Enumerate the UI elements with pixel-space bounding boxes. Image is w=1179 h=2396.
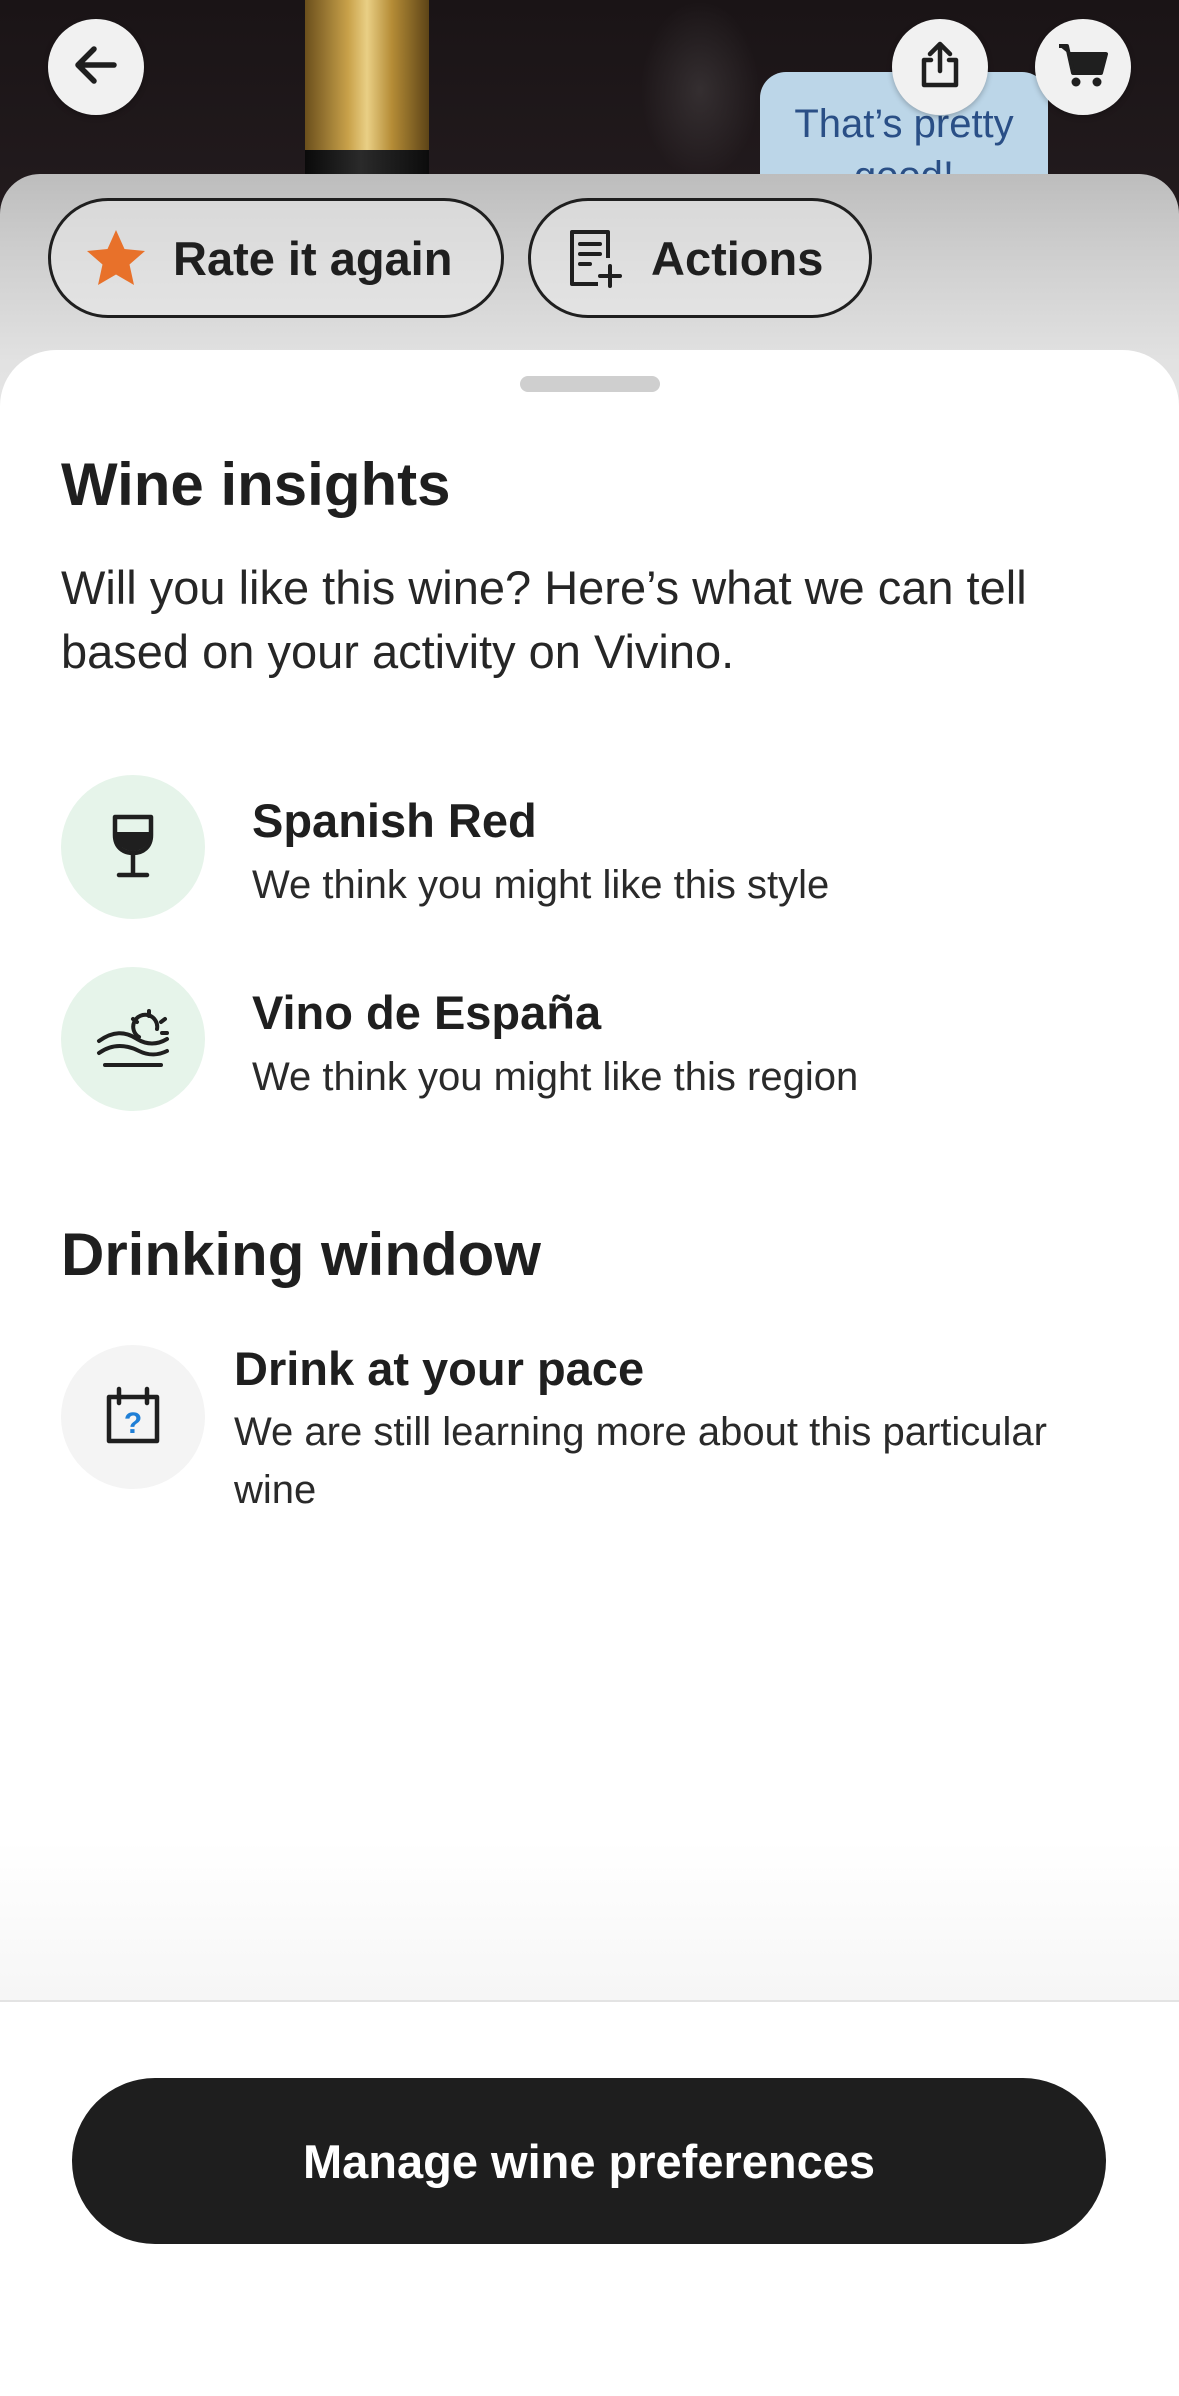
svg-text:?: ? xyxy=(124,1407,142,1440)
drinking-window-title: Drinking window xyxy=(61,1221,541,1288)
arrow-left-icon xyxy=(68,37,124,98)
manage-wine-preferences-button[interactable]: Manage wine preferences xyxy=(72,2078,1106,2244)
insight-style-row: Spanish Red We think you might like this… xyxy=(61,775,1141,919)
insight-region-subtitle: We think you might like this region xyxy=(252,1055,859,1099)
share-button[interactable] xyxy=(892,19,988,115)
drinking-window-item-title: Drink at your pace xyxy=(234,1342,645,1395)
drinking-window-row: ? Drink at your pace We are still learni… xyxy=(61,1342,1141,1545)
insight-style-title: Spanish Red xyxy=(252,794,537,847)
insight-region-title: Vino de España xyxy=(252,986,602,1039)
drinking-window-item-subtitle: We are still learning more about this pa… xyxy=(234,1410,1047,1512)
content-fade xyxy=(0,1840,1179,2000)
sheet-drag-handle[interactable] xyxy=(520,376,660,392)
insights-intro-text: Will you like this wine? Here’s what we … xyxy=(61,561,1027,678)
back-button[interactable] xyxy=(48,19,144,115)
footer-bar: Manage wine preferences xyxy=(0,2000,1179,2396)
calendar-question-icon: ? xyxy=(61,1345,205,1489)
note-add-icon xyxy=(561,225,627,291)
actions-label: Actions xyxy=(651,231,824,285)
star-icon xyxy=(83,225,149,291)
insight-style-subtitle: We think you might like this style xyxy=(252,863,830,907)
wine-insights-screen: That’s pretty good! Rate it again Action… xyxy=(0,0,1179,2396)
region-landscape-icon xyxy=(61,967,205,1111)
sheet-title: Wine insights xyxy=(61,451,451,518)
cart-button[interactable] xyxy=(1035,19,1131,115)
share-icon xyxy=(912,37,968,98)
wine-glass-icon xyxy=(61,775,205,919)
bottle-foil xyxy=(305,0,429,150)
photo-glare xyxy=(640,0,760,180)
cart-icon xyxy=(1055,37,1111,98)
rate-it-again-label: Rate it again xyxy=(173,231,453,285)
rate-it-again-button[interactable]: Rate it again xyxy=(48,198,504,318)
insight-region-row: Vino de España We think you might like t… xyxy=(61,967,1141,1111)
actions-button[interactable]: Actions xyxy=(528,198,872,318)
